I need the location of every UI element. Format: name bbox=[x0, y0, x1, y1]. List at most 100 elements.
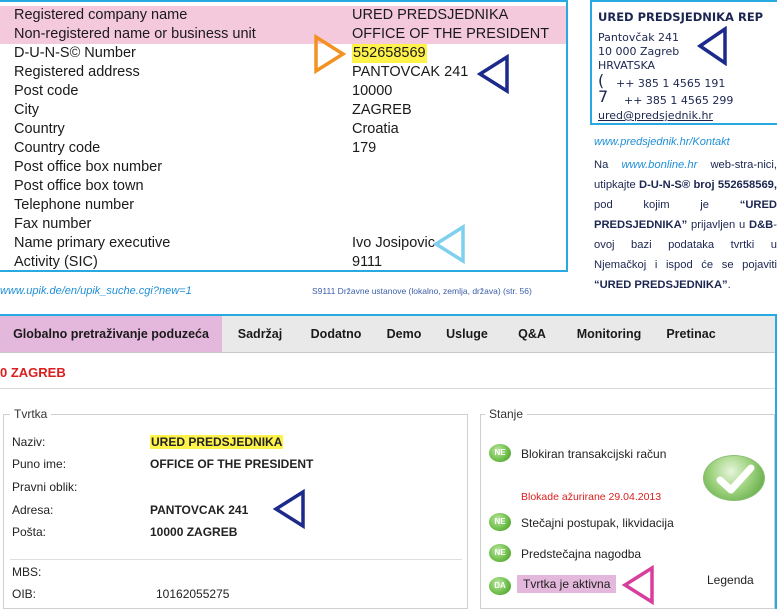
status-badge-icon: NE bbox=[489, 544, 511, 562]
note-duns: D-U-N-S® broj 552658569, bbox=[639, 179, 777, 191]
pointer-triangle-icon bbox=[272, 489, 305, 529]
nav-monitoring[interactable]: Monitoring bbox=[564, 316, 654, 352]
upik-label: Country code bbox=[14, 140, 101, 156]
kontakt-url[interactable]: www.predsjednik.hr/Kontakt bbox=[594, 136, 730, 148]
upik-label: Country bbox=[14, 121, 65, 137]
contact-card: URED PREDSJEDNIKA REP Pantovčak 241 10 0… bbox=[590, 0, 777, 125]
upik-row-fax: Fax number bbox=[0, 215, 566, 234]
status-badge-icon: NE bbox=[489, 513, 511, 531]
bonline-link[interactable]: www.bonline.hr bbox=[621, 159, 697, 171]
card-country: HRVATSKA bbox=[598, 59, 656, 72]
nav-global-search[interactable]: Globalno pretraživanje poduzeća bbox=[0, 316, 222, 352]
upik-label: Registered address bbox=[14, 64, 140, 80]
upik-value: 9111 bbox=[352, 254, 383, 270]
naziv-value: URED PREDSJEDNIKA bbox=[150, 435, 284, 449]
adresa-label: Adresa: bbox=[12, 503, 54, 517]
status-fieldset: Stanje NE Blokiran transakcijski račun B… bbox=[480, 407, 775, 609]
card-title: URED PREDSJEDNIKA REP bbox=[598, 10, 764, 24]
upik-label: Post office box town bbox=[14, 178, 144, 194]
blokade-updated-note: Blokade ažurirane 29.04.2013 bbox=[521, 491, 662, 503]
upik-url[interactable]: www.upik.de/en/upik_suche.cgi?new=1 bbox=[0, 285, 192, 297]
company-city-title: 0 ZAGREB bbox=[0, 365, 66, 380]
puno-ime-value: OFFICE OF THE PRESIDENT bbox=[150, 457, 314, 471]
legend-link[interactable]: Legenda bbox=[707, 573, 754, 587]
card-street: Pantovčak 241 bbox=[598, 31, 680, 44]
note-text: . bbox=[727, 279, 731, 291]
nav-sadrzaj[interactable]: Sadržaj bbox=[226, 316, 294, 352]
upik-value: 10000 bbox=[352, 83, 393, 99]
upik-label: Fax number bbox=[14, 216, 92, 232]
pointer-triangle-icon bbox=[476, 54, 509, 94]
card-phone: ++ 385 1 4565 191 bbox=[616, 77, 726, 90]
upik-label: City bbox=[14, 102, 39, 118]
upik-value: URED PREDSJEDNIKA bbox=[352, 7, 509, 23]
nav-pretinac[interactable]: Pretinac bbox=[656, 316, 726, 352]
pointer-triangle-icon bbox=[314, 34, 347, 74]
upik-row-registered-name: Registered company name URED PREDSJEDNIK… bbox=[0, 6, 566, 25]
fieldset-legend: Tvrtka bbox=[10, 407, 52, 421]
upik-row-po-box-town: Post office box town bbox=[0, 177, 566, 196]
fieldset-legend: Stanje bbox=[485, 407, 528, 421]
upik-row-country-code: Country code 179 bbox=[0, 139, 566, 158]
note-company-end: “URED PREDSJEDNIKA” bbox=[594, 279, 728, 291]
upik-row-country: Country Croatia bbox=[0, 120, 566, 139]
status-badge-icon: NE bbox=[489, 444, 511, 462]
upik-value: 179 bbox=[352, 140, 377, 156]
status-blocked-account: Blokiran transakcijski račun bbox=[521, 447, 667, 461]
upik-value: ZAGREB bbox=[352, 102, 412, 118]
note-text: Na bbox=[594, 159, 609, 171]
upik-row-primary-executive: Name primary executive Ivo Josipovic bbox=[0, 234, 566, 253]
status-pre-bankruptcy: Predstečajna nagodba bbox=[521, 547, 642, 561]
duns-number: 552658569 bbox=[352, 44, 427, 63]
divider bbox=[10, 559, 462, 560]
posta-label: Pošta: bbox=[12, 525, 47, 539]
upik-label: Non-registered name or business unit bbox=[14, 26, 256, 42]
upik-label: Post code bbox=[14, 83, 79, 99]
upik-row-activity: Activity (SIC) 9111 bbox=[0, 253, 566, 272]
company-fieldset: Tvrtka Naziv: URED PREDSJEDNIKA Puno ime… bbox=[3, 407, 468, 609]
phone-icon: ( bbox=[598, 71, 605, 90]
upik-row-non-registered-name: Non-registered name or business unit OFF… bbox=[0, 25, 566, 44]
oib-label: OIB: bbox=[12, 587, 37, 601]
status-company-active: Tvrtka je aktivna bbox=[517, 575, 617, 593]
nav-qa[interactable]: Q&A bbox=[506, 316, 558, 352]
top-nav: Globalno pretraživanje poduzeća Sadržaj … bbox=[0, 316, 775, 353]
nav-usluge[interactable]: Usluge bbox=[436, 316, 498, 352]
upik-label: Post office box number bbox=[14, 159, 163, 175]
adresa-value: PANTOVCAK 241 bbox=[150, 503, 249, 517]
mbs-label: MBS: bbox=[12, 565, 42, 579]
pointer-triangle-icon bbox=[696, 26, 727, 66]
upik-value: Croatia bbox=[352, 121, 399, 137]
bonline-panel: Globalno pretraživanje poduzeća Sadržaj … bbox=[0, 314, 777, 609]
upik-label: Name primary executive bbox=[14, 235, 171, 251]
naziv-label: Naziv: bbox=[12, 435, 46, 449]
note-text: prijavljen u bbox=[691, 219, 746, 231]
pointer-triangle-icon bbox=[432, 224, 465, 264]
instruction-note: Na www.bonline.hr web-stra-nici, utipkaj… bbox=[594, 155, 777, 295]
note-db: D&B bbox=[749, 219, 774, 231]
oib-value: 10162055275 bbox=[156, 587, 230, 601]
upik-row-city: City ZAGREB bbox=[0, 101, 566, 120]
nav-dodatno[interactable]: Dodatno bbox=[300, 316, 372, 352]
upik-value: OFFICE OF THE PRESIDENT bbox=[352, 26, 550, 42]
upik-row-telephone: Telephone number bbox=[0, 196, 566, 215]
upik-label: Registered company name bbox=[14, 7, 188, 23]
nav-demo[interactable]: Demo bbox=[378, 316, 430, 352]
upik-label: D-U-N-S© Number bbox=[14, 45, 136, 61]
divider bbox=[0, 388, 775, 389]
puno-ime-label: Puno ime: bbox=[12, 457, 67, 471]
upik-value: PANTOVCAK 241 bbox=[352, 64, 469, 80]
card-fax: ++ 385 1 4565 299 bbox=[624, 94, 734, 107]
pravni-oblik-label: Pravni oblik: bbox=[12, 480, 78, 494]
posta-value: 10000 ZAGREB bbox=[150, 525, 238, 539]
card-city: 10 000 Zagreb bbox=[598, 45, 680, 58]
upik-row-po-box-number: Post office box number bbox=[0, 158, 566, 177]
upik-label: Telephone number bbox=[14, 197, 135, 213]
upik-label: Activity (SIC) bbox=[14, 254, 98, 270]
status-badge-icon: DA bbox=[489, 577, 511, 595]
sic-caption: S9111 Državne ustanove (lokalno, zemlja,… bbox=[312, 286, 532, 296]
status-bankruptcy: Stečajni postupak, likvidacija bbox=[521, 516, 674, 530]
upik-value: Ivo Josipovic bbox=[352, 235, 436, 251]
card-email[interactable]: ured@predsjednik.hr bbox=[598, 109, 713, 122]
fax-icon: 7 bbox=[598, 87, 609, 106]
